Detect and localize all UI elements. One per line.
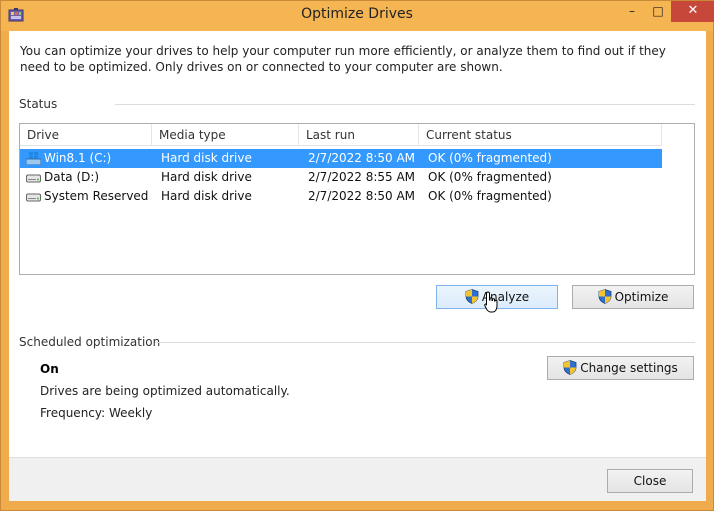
optimize-button[interactable]: Optimize bbox=[572, 285, 694, 309]
scheduled-section-label: Scheduled optimization bbox=[19, 335, 161, 349]
drive-row[interactable]: Win8.1 (C:) Hard disk drive 2/7/2022 8:5… bbox=[20, 149, 662, 168]
drive-row[interactable]: Data (D:) Hard disk drive 2/7/2022 8:55 … bbox=[20, 168, 662, 187]
uac-shield-icon bbox=[598, 289, 611, 304]
windows-drive-icon bbox=[26, 152, 41, 165]
scheduled-divider bbox=[155, 342, 695, 343]
media-type: Hard disk drive bbox=[161, 170, 252, 184]
intro-text: You can optimize your drives to help you… bbox=[20, 44, 666, 74]
current-status: OK (0% fragmented) bbox=[428, 189, 552, 203]
hard-drive-icon bbox=[26, 174, 41, 183]
change-settings-button-label: Change settings bbox=[580, 361, 678, 375]
minimize-button[interactable]: – bbox=[619, 1, 645, 22]
media-type: Hard disk drive bbox=[161, 189, 252, 203]
maximize-button[interactable]: □ bbox=[645, 1, 671, 22]
hard-drive-icon bbox=[26, 193, 41, 202]
column-header-media-type[interactable]: Media type bbox=[152, 124, 299, 146]
change-settings-button[interactable]: Change settings bbox=[547, 356, 694, 380]
schedule-frequency: Frequency: Weekly bbox=[40, 406, 153, 420]
schedule-state: On bbox=[40, 362, 59, 376]
optimize-button-label: Optimize bbox=[614, 290, 669, 304]
column-header-drive[interactable]: Drive bbox=[20, 124, 152, 146]
drive-list[interactable]: Drive Media type Last run Current status… bbox=[19, 123, 695, 275]
dialog-footer: Close bbox=[9, 457, 706, 501]
close-window-button[interactable]: ✕ bbox=[671, 1, 714, 22]
last-run: 2/7/2022 8:50 AM bbox=[308, 189, 416, 203]
title-bar[interactable]: Optimize Drives – □ ✕ bbox=[1, 1, 714, 31]
optimize-drives-window: Optimize Drives – □ ✕ You can optimize y… bbox=[0, 0, 714, 511]
column-header-last-run[interactable]: Last run bbox=[299, 124, 419, 146]
schedule-description: Drives are being optimized automatically… bbox=[40, 384, 290, 398]
window-title: Optimize Drives bbox=[301, 6, 413, 22]
close-button-label: Close bbox=[633, 474, 667, 488]
dialog-body: You can optimize your drives to help you… bbox=[9, 31, 706, 501]
drive-name: Win8.1 (C:) bbox=[44, 151, 112, 165]
column-header-current-status[interactable]: Current status bbox=[419, 124, 662, 146]
status-section-label: Status bbox=[19, 97, 58, 111]
media-type: Hard disk drive bbox=[161, 151, 252, 165]
drive-name: Data (D:) bbox=[44, 170, 100, 184]
drive-row[interactable]: System Reserved Hard disk drive 2/7/2022… bbox=[20, 187, 662, 206]
last-run: 2/7/2022 8:50 AM bbox=[308, 151, 416, 165]
uac-shield-icon bbox=[563, 360, 577, 375]
status-divider bbox=[115, 104, 695, 105]
uac-shield-icon bbox=[465, 289, 479, 304]
last-run: 2/7/2022 8:55 AM bbox=[308, 170, 416, 184]
drive-name: System Reserved bbox=[44, 189, 149, 203]
mouse-pointer-icon bbox=[484, 291, 498, 313]
current-status: OK (0% fragmented) bbox=[428, 151, 552, 165]
close-button[interactable]: Close bbox=[607, 469, 693, 493]
current-status: OK (0% fragmented) bbox=[428, 170, 552, 184]
drive-list-header: Drive Media type Last run Current status bbox=[20, 124, 662, 146]
